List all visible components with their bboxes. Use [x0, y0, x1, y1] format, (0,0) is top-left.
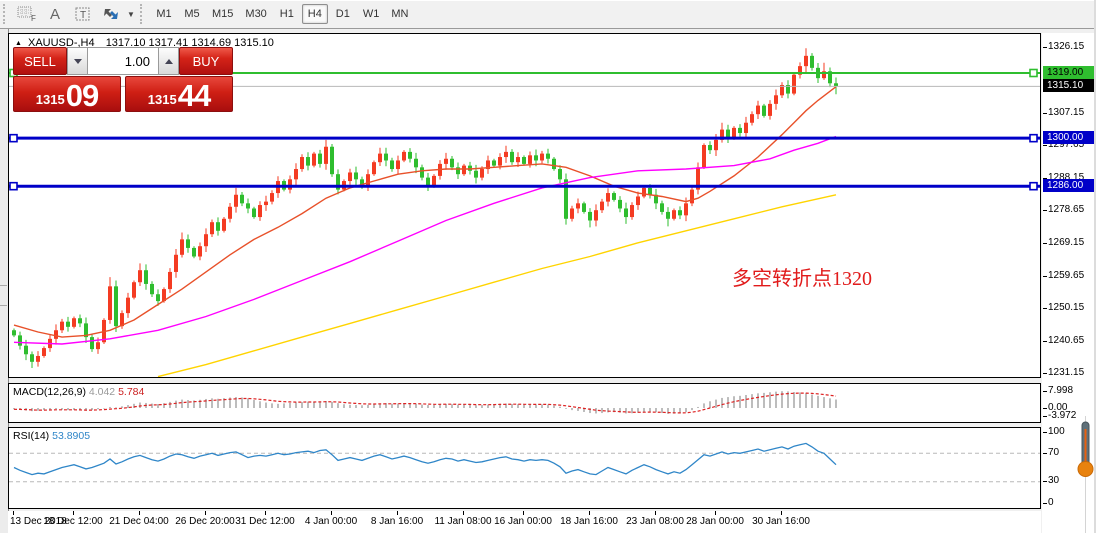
volume-up-button[interactable] [158, 47, 179, 75]
date-tick-label: 23 Jan 08:00 [626, 516, 684, 527]
rsi-value: 53.8905 [52, 430, 91, 442]
tf-button-m1[interactable]: M1 [151, 4, 177, 24]
dropdown-caret-icon[interactable]: ▼ [125, 3, 137, 25]
price-badge: 1315.10 [1043, 78, 1094, 92]
date-axis: 13 Dec 2018 18 Dec 12:00 21 Dec 04:00 26 De… [8, 511, 1041, 533]
price-tick-label: 1269.15 [1042, 236, 1085, 248]
symbol-triangle-icon: ▲ [15, 40, 22, 47]
date-tick-label: 21 Dec 04:00 [109, 516, 169, 527]
price-tick-label: 1307.15 [1042, 106, 1085, 118]
ask-price[interactable]: 1315 44 [125, 76, 233, 112]
bid-price[interactable]: 1315 09 [13, 76, 121, 112]
macd-panel: MACD(12,26,9) 4.042 5.784 [8, 383, 1041, 423]
price-tick-label: 1278.65 [1042, 204, 1085, 216]
price-tick-label: 1240.65 [1042, 334, 1085, 346]
mt4-window: F A T ▼ M1 M5 M15 M30 H1 H4 D1 W1 MN ▲ X… [0, 0, 1096, 533]
price-badge: 1300.00 [1043, 130, 1094, 144]
tf-button-mn[interactable]: MN [386, 4, 413, 24]
date-tick-label: 11 Jan 08:00 [434, 516, 492, 527]
label-a-icon[interactable]: A [42, 3, 68, 25]
rsi-tick-label: 70 [1042, 446, 1060, 458]
bid-small-digits: 1315 [35, 92, 65, 107]
macd-tick-label: -3.972 [1042, 409, 1077, 421]
macd-signal-value: 5.784 [118, 386, 145, 398]
tf-button-m5[interactable]: M5 [179, 4, 205, 24]
volume-down-button[interactable] [67, 47, 88, 75]
date-tick-label: 18 Dec 12:00 [43, 516, 103, 527]
price-tick-label: 1259.65 [1042, 269, 1085, 281]
arrange-arrows-icon[interactable] [98, 3, 124, 25]
rsi-tick-label: 30 [1042, 475, 1060, 487]
tf-button-h4[interactable]: H4 [301, 4, 328, 24]
thermometer-icon[interactable] [1077, 421, 1095, 479]
svg-text:F: F [31, 14, 36, 22]
buy-button[interactable]: BUY [179, 47, 233, 75]
tf-button-h1[interactable]: H1 [274, 4, 300, 24]
price-tick-label: 1326.15 [1042, 41, 1085, 53]
date-tick-label: 8 Jan 16:00 [370, 516, 424, 527]
price-badge: 1319.00 [1043, 65, 1094, 79]
date-tick-label: 16 Jan 00:00 [494, 516, 552, 527]
toolbar: F A T ▼ M1 M5 M15 M30 H1 H4 D1 W1 MN [0, 0, 1096, 29]
price-badge: 1286.00 [1043, 178, 1094, 192]
ask-big-digits: 44 [177, 78, 211, 113]
tf-button-w1[interactable]: W1 [358, 4, 385, 24]
bid-big-digits: 09 [65, 78, 99, 113]
price-tick-label: 1250.15 [1042, 302, 1085, 314]
sell-button[interactable]: SELL [13, 47, 67, 75]
macd-label: MACD(12,26,9) 4.042 5.784 [13, 386, 145, 398]
macd-main-value: 4.042 [88, 386, 116, 398]
date-tick-label: 31 Dec 12:00 [235, 516, 295, 527]
date-tick-label: 30 Jan 16:00 [752, 516, 810, 527]
caret-up-icon [164, 58, 173, 64]
macd-chart[interactable] [9, 384, 1040, 422]
grid-f-icon[interactable]: F [14, 3, 40, 25]
ma-fast-red [13, 86, 837, 338]
main-chart-panel: ▲ XAUUSD-,H4 1317.10 1317.41 1314.69 131… [8, 33, 1041, 378]
price-tick-label: 1231.15 [1042, 367, 1085, 379]
date-tick-label: 18 Jan 16:00 [560, 516, 618, 527]
rsi-tick-label: 0 [1043, 496, 1054, 508]
macd-tick-label: 7.998 [1042, 384, 1074, 396]
rsi-tick-label: 100 [1043, 425, 1065, 437]
tf-button-m15[interactable]: M15 [207, 4, 238, 24]
date-tick-label: 4 Jan 00:00 [304, 516, 358, 527]
toolbar-drag-handle[interactable] [140, 4, 147, 24]
date-tick-label: 26 Dec 20:00 [175, 516, 235, 527]
tf-button-d1[interactable]: D1 [330, 4, 356, 24]
volume-input[interactable] [88, 47, 158, 75]
toolbar-drag-handle[interactable] [3, 4, 10, 24]
ask-small-digits: 1315 [147, 92, 177, 107]
caret-down-icon [73, 58, 82, 64]
svg-text:T: T [80, 10, 86, 21]
ma-mid-magenta [13, 135, 837, 345]
annotation-text: 多空转折点1320 [732, 268, 872, 290]
one-click-trading-panel: SELL BUY 1315 09 1315 44 [13, 47, 235, 112]
tf-button-m30[interactable]: M30 [240, 4, 271, 24]
date-tick-label: 28 Jan 00:00 [686, 516, 744, 527]
rsi-label: RSI(14) 53.8905 [13, 430, 91, 442]
rsi-panel: RSI(14) 53.8905 [8, 427, 1041, 509]
rsi-chart[interactable] [9, 428, 1040, 508]
textbox-t-icon[interactable]: T [70, 3, 96, 25]
